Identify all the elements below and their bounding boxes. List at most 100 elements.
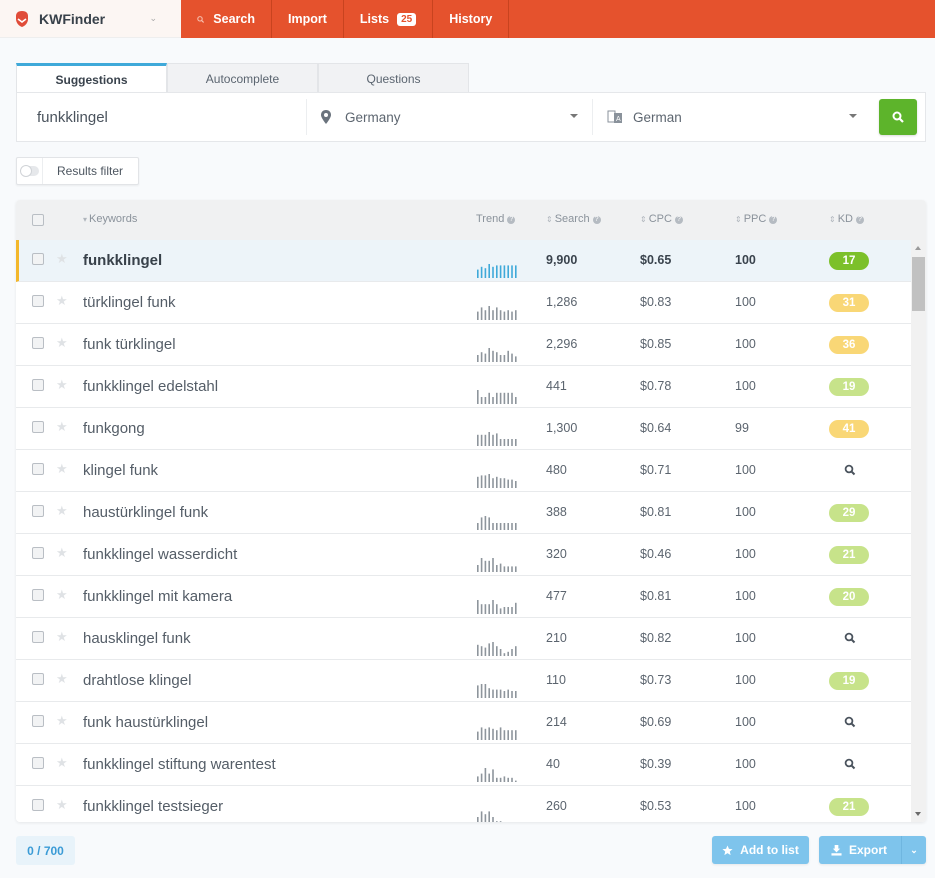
star-icon[interactable]: ★ [56, 503, 68, 519]
keyword-text[interactable]: hausklingel funk [83, 630, 191, 647]
table-scrollbar[interactable] [911, 240, 926, 822]
row-checkbox[interactable] [32, 631, 44, 643]
table-row[interactable]: ★ haustürklingel funk 388 $0.81 100 29 [16, 492, 911, 534]
row-checkbox[interactable] [32, 379, 44, 391]
check-kd-search-icon[interactable] [844, 632, 856, 644]
table-row[interactable]: ★ funkklingel 9,900 $0.65 100 17 [16, 240, 911, 282]
row-checkbox[interactable] [32, 673, 44, 685]
search-volume: 214 [546, 715, 567, 729]
star-icon[interactable]: ★ [56, 797, 68, 813]
star-icon[interactable]: ★ [56, 377, 68, 393]
check-kd-search-icon[interactable] [844, 758, 856, 770]
table-row[interactable]: ★ funkklingel stiftung warentest 40 $0.39 10… [16, 744, 911, 786]
nav-history[interactable]: History [433, 0, 510, 38]
table-row[interactable]: ★ funk türklingel 2,296 $0.85 100 36 [16, 324, 911, 366]
table-row[interactable]: ★ klingel funk 480 $0.71 100 [16, 450, 911, 492]
trend-bar [484, 268, 487, 278]
column-search[interactable]: ⇕ Search? [546, 213, 601, 225]
scroll-up-icon[interactable] [915, 246, 921, 250]
scrollbar-thumb[interactable] [912, 257, 925, 311]
column-ppc[interactable]: ⇕ PPC? [735, 213, 778, 225]
table-row[interactable]: ★ funkklingel edelstahl 441 $0.78 100 19 [16, 366, 911, 408]
check-kd-search-icon[interactable] [844, 716, 856, 728]
help-icon[interactable]: ? [507, 216, 516, 224]
location-select[interactable]: Germany [307, 99, 593, 135]
row-checkbox[interactable] [32, 295, 44, 307]
column-kd[interactable]: ⇕ KD? [829, 213, 864, 225]
help-icon[interactable]: ? [769, 216, 778, 224]
toggle-switch[interactable] [17, 158, 43, 184]
table-row[interactable]: ★ hausklingel funk 210 $0.82 100 [16, 618, 911, 660]
row-checkbox[interactable] [32, 421, 44, 433]
keyword-text[interactable]: funk türklingel [83, 336, 176, 353]
star-icon[interactable]: ★ [56, 587, 68, 603]
trend-bar [499, 821, 502, 822]
table-row[interactable]: ★ funkklingel testsieger 260 $0.53 100 21 [16, 786, 911, 822]
keyword-text[interactable]: funkklingel mit kamera [83, 588, 232, 605]
star-icon[interactable]: ★ [56, 335, 68, 351]
nav-search[interactable]: Search [181, 0, 272, 38]
keyword-text[interactable]: funkklingel wasserdicht [83, 546, 237, 563]
trend-bar [484, 434, 487, 446]
keyword-text[interactable]: drahtlose klingel [83, 672, 191, 689]
table-row[interactable]: ★ türklingel funk 1,286 $0.83 100 31 [16, 282, 911, 324]
row-checkbox[interactable] [32, 715, 44, 727]
keyword-input[interactable] [17, 99, 307, 135]
tab-autocomplete[interactable]: Autocomplete [167, 63, 318, 93]
trend-bar [507, 439, 509, 446]
star-icon[interactable]: ★ [56, 755, 68, 771]
table-row[interactable]: ★ funkklingel wasserdicht 320 $0.46 100 21 [16, 534, 911, 576]
keyword-text[interactable]: türklingel funk [83, 294, 176, 311]
star-icon[interactable]: ★ [56, 545, 68, 561]
row-checkbox[interactable] [32, 589, 44, 601]
keyword-text[interactable]: funkklingel stiftung warentest [83, 756, 276, 773]
check-kd-search-icon[interactable] [844, 464, 856, 476]
export-main[interactable]: Export [819, 836, 902, 864]
row-checkbox[interactable] [32, 253, 44, 265]
help-icon[interactable]: ? [592, 216, 601, 224]
help-icon[interactable]: ? [674, 216, 683, 224]
scroll-down-icon[interactable] [915, 812, 921, 816]
row-checkbox[interactable] [32, 505, 44, 517]
keyword-text[interactable]: klingel funk [83, 462, 158, 479]
find-keywords-button[interactable] [879, 99, 917, 135]
row-checkbox[interactable] [32, 463, 44, 475]
help-icon[interactable]: ? [855, 216, 864, 224]
trend-bar [507, 350, 509, 362]
nav-import[interactable]: Import [272, 0, 344, 38]
keyword-text[interactable]: funkgong [83, 420, 145, 437]
star-icon[interactable]: ★ [56, 293, 68, 309]
keyword-text[interactable]: funkklingel [83, 252, 162, 269]
keyword-text[interactable]: funkklingel testsieger [83, 798, 223, 815]
keyword-text[interactable]: funk haustürklingel [83, 714, 208, 731]
language-select[interactable]: A German [593, 99, 871, 135]
tab-suggestions[interactable]: Suggestions [16, 63, 167, 93]
column-cpc[interactable]: ⇕ CPC? [640, 213, 683, 225]
add-to-list-button[interactable]: Add to list [712, 836, 809, 864]
star-icon[interactable]: ★ [56, 629, 68, 645]
results-filter-toggle[interactable]: Results filter [16, 157, 139, 185]
row-checkbox[interactable] [32, 547, 44, 559]
export-dropdown-toggle[interactable]: ⌄ [902, 845, 926, 856]
export-button[interactable]: Export ⌄ [819, 836, 926, 864]
star-icon[interactable]: ★ [56, 251, 68, 267]
trend-bar [488, 560, 490, 572]
row-checkbox[interactable] [32, 337, 44, 349]
row-checkbox[interactable] [32, 799, 44, 811]
table-row[interactable]: ★ funk haustürklingel 214 $0.69 100 [16, 702, 911, 744]
keyword-text[interactable]: haustürklingel funk [83, 504, 208, 521]
star-icon[interactable]: ★ [56, 419, 68, 435]
star-icon[interactable]: ★ [56, 671, 68, 687]
tab-questions[interactable]: Questions [318, 63, 469, 93]
app-switcher[interactable]: KWFinder ⌄ [0, 0, 181, 38]
table-row[interactable]: ★ funkgong 1,300 $0.64 99 41 [16, 408, 911, 450]
table-row[interactable]: ★ funkklingel mit kamera 477 $0.81 100 20 [16, 576, 911, 618]
select-all-checkbox[interactable] [32, 214, 44, 226]
nav-lists[interactable]: Lists 25 [344, 0, 434, 38]
column-keywords[interactable]: ▾ Keywords [83, 213, 137, 225]
table-row[interactable]: ★ drahtlose klingel 110 $0.73 100 19 [16, 660, 911, 702]
star-icon[interactable]: ★ [56, 713, 68, 729]
star-icon[interactable]: ★ [56, 461, 68, 477]
keyword-text[interactable]: funkklingel edelstahl [83, 378, 218, 395]
row-checkbox[interactable] [32, 757, 44, 769]
